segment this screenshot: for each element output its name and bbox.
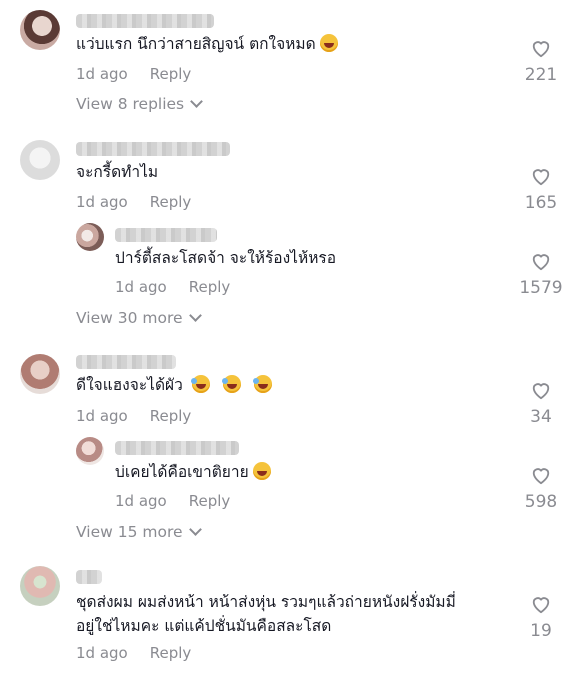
heart-outline-icon[interactable]	[530, 594, 552, 614]
emoji-icon	[221, 375, 241, 393]
heart-outline-icon[interactable]	[530, 38, 552, 58]
like-count: 1579	[519, 278, 563, 298]
reply-button[interactable]: Reply	[150, 407, 192, 425]
username-blurred[interactable]	[115, 228, 217, 242]
comment-meta: 1d ago Reply	[76, 193, 191, 211]
comment-text-line1: ชุดส่งผม ผมส่งหน้า หน้าส่งหุ่น รวมๆแล้วถ…	[76, 593, 456, 611]
like-count: 165	[524, 193, 558, 213]
username-blurred[interactable]	[76, 14, 214, 28]
reply-text: บ่เคยได้คือเขาติยาย	[115, 462, 271, 482]
avatar[interactable]	[20, 10, 60, 50]
emoji-icon	[252, 375, 272, 393]
avatar[interactable]	[20, 140, 60, 180]
avatar[interactable]	[20, 354, 60, 394]
timestamp: 1d ago	[76, 644, 128, 662]
like-control[interactable]: 598	[511, 465, 571, 512]
reply-button[interactable]: Reply	[189, 492, 231, 510]
username-blurred[interactable]	[76, 570, 102, 584]
reply-meta: 1d ago Reply	[115, 492, 230, 510]
view-more-button[interactable]: View 15 more	[76, 523, 202, 541]
timestamp: 1d ago	[76, 407, 128, 425]
view-replies-button[interactable]: View 8 replies	[76, 95, 204, 113]
like-control[interactable]: 19	[511, 594, 571, 641]
username-blurred[interactable]	[115, 441, 239, 455]
emoji-icon	[319, 34, 338, 52]
username-blurred[interactable]	[76, 355, 176, 369]
heart-outline-icon[interactable]	[530, 380, 552, 400]
comment-text-line2: อยู่ใช่ไหมคะ แต่แค้ปชั่นมันคือสละโสด	[76, 617, 332, 635]
reply-button[interactable]: Reply	[189, 278, 231, 296]
chevron-down-icon	[188, 523, 202, 536]
reply-text: ปาร์ตี้สละโสดจ้า จะให้ร้องไห้หรอ	[115, 249, 337, 267]
chevron-down-icon	[188, 309, 202, 322]
avatar[interactable]	[76, 437, 104, 465]
comment-meta: 1d ago Reply	[76, 65, 191, 83]
like-control[interactable]: 34	[511, 380, 571, 427]
timestamp: 1d ago	[115, 278, 167, 296]
comment-meta: 1d ago Reply	[76, 644, 191, 662]
avatar[interactable]	[20, 566, 60, 606]
like-count: 34	[530, 407, 552, 427]
like-count: 598	[524, 492, 558, 512]
like-control[interactable]: 165	[511, 166, 571, 213]
avatar[interactable]	[76, 223, 104, 251]
timestamp: 1d ago	[115, 492, 167, 510]
reply-button[interactable]: Reply	[150, 644, 192, 662]
username-blurred[interactable]	[76, 142, 230, 156]
like-count: 221	[524, 65, 558, 85]
comment-text: จะกรี้ดทำไม	[76, 163, 159, 181]
chevron-down-icon	[190, 95, 204, 108]
heart-outline-icon[interactable]	[530, 251, 552, 271]
reply-meta: 1d ago Reply	[115, 278, 230, 296]
heart-outline-icon[interactable]	[530, 465, 552, 485]
like-count: 19	[530, 621, 552, 641]
like-control[interactable]: 1579	[511, 251, 571, 298]
comment-text: แว่บแรก นึกว่าสายสิญจน์ ตกใจหมด	[76, 34, 338, 54]
timestamp: 1d ago	[76, 193, 128, 211]
emoji-icon	[252, 462, 271, 480]
timestamp: 1d ago	[76, 65, 128, 83]
view-more-button[interactable]: View 30 more	[76, 309, 202, 327]
reply-button[interactable]: Reply	[150, 193, 192, 211]
heart-outline-icon[interactable]	[530, 166, 552, 186]
like-control[interactable]: 221	[511, 38, 571, 85]
comment-text: ดีใจแฮงจะได้ผัว	[76, 375, 272, 395]
comment-meta: 1d ago Reply	[76, 407, 191, 425]
reply-button[interactable]: Reply	[150, 65, 192, 83]
emoji-icon	[190, 375, 210, 393]
